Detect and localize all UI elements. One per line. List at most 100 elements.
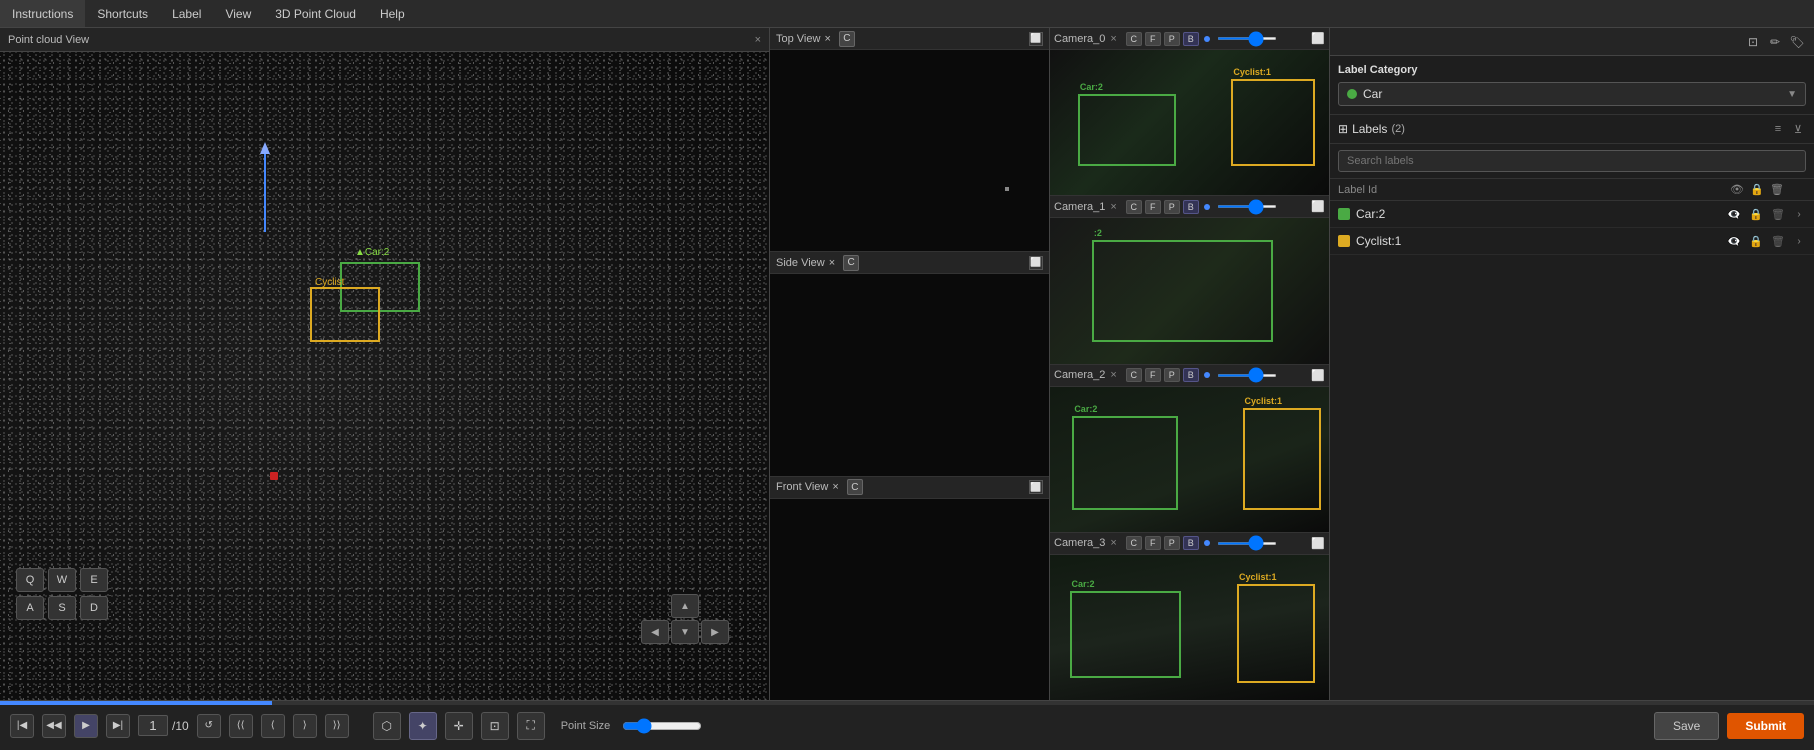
save-button[interactable]: Save bbox=[1654, 712, 1719, 740]
kb-key-d[interactable]: D bbox=[80, 596, 108, 620]
label-car2-lock[interactable]: 🔒 bbox=[1748, 206, 1764, 222]
side-view-body[interactable] bbox=[770, 274, 1049, 475]
label-car2-eye-off[interactable]: 👁‍🗨 bbox=[1726, 206, 1742, 222]
kb-key-e[interactable]: E bbox=[80, 568, 108, 592]
label-cyclist1-delete[interactable]: 🗑 bbox=[1770, 233, 1786, 249]
camera-3-f-btn[interactable]: F bbox=[1145, 536, 1161, 550]
camera-1-p-btn[interactable]: P bbox=[1164, 200, 1180, 214]
camera-2-p-btn[interactable]: P bbox=[1164, 368, 1180, 382]
camera-3-slider[interactable] bbox=[1217, 542, 1277, 545]
camera-1-c-btn[interactable]: C bbox=[1126, 200, 1142, 214]
tool-rotate[interactable]: ⊡ bbox=[481, 712, 509, 740]
camera-3-car-bbox: Car:2 bbox=[1070, 591, 1182, 678]
transport-prev-fast[interactable]: ◀◀ bbox=[42, 714, 66, 738]
menu-shortcuts[interactable]: Shortcuts bbox=[85, 0, 160, 27]
pc-red-dot bbox=[270, 472, 278, 480]
tool-move[interactable]: ✛ bbox=[445, 712, 473, 740]
front-view-maximize[interactable]: ⬜ bbox=[1029, 480, 1043, 494]
pc-bbox-cyclist[interactable] bbox=[310, 287, 380, 342]
side-view-close[interactable]: × bbox=[829, 257, 835, 269]
camera-0-slider[interactable] bbox=[1217, 37, 1277, 40]
nav-right-btn[interactable]: ▶ bbox=[701, 620, 729, 644]
frame-total: /10 bbox=[172, 719, 189, 733]
camera-2-c-btn[interactable]: C bbox=[1126, 368, 1142, 382]
frame-prev-prev[interactable]: ⟨⟨ bbox=[229, 714, 253, 738]
label-cyclist1-expand[interactable]: › bbox=[1792, 234, 1806, 248]
camera-1-maximize[interactable]: ⬜ bbox=[1311, 200, 1325, 213]
camera-0-close[interactable]: × bbox=[1110, 33, 1116, 45]
camera-0-maximize[interactable]: ⬜ bbox=[1311, 32, 1325, 45]
camera-1-slider[interactable] bbox=[1217, 205, 1277, 208]
camera-2-slider[interactable] bbox=[1217, 374, 1277, 377]
camera-2-close[interactable]: × bbox=[1110, 369, 1116, 381]
menu-instructions[interactable]: Instructions bbox=[0, 0, 85, 27]
label-item-cyclist1: Cyclist:1 👁‍🗨 🔒 🗑 › bbox=[1330, 228, 1814, 255]
nav-down-btn[interactable]: ▼ bbox=[671, 620, 699, 644]
top-view-close[interactable]: × bbox=[824, 33, 830, 45]
camera-2-cyclist-label: Cyclist:1 bbox=[1245, 396, 1283, 406]
label-cyclist1-lock[interactable]: 🔒 bbox=[1748, 233, 1764, 249]
frame-prev[interactable]: ⟨ bbox=[261, 714, 285, 738]
pc-label-car2: ▲Car:2 bbox=[355, 247, 389, 258]
transport-next-fast[interactable]: ▶| bbox=[106, 714, 130, 738]
camera-3-c-btn[interactable]: C bbox=[1126, 536, 1142, 550]
front-view-body[interactable] bbox=[770, 499, 1049, 700]
menu-view[interactable]: View bbox=[213, 0, 263, 27]
kb-key-s[interactable]: S bbox=[48, 596, 76, 620]
search-labels-input[interactable] bbox=[1338, 150, 1806, 172]
camera-2-maximize[interactable]: ⬜ bbox=[1311, 369, 1325, 382]
right-panel-icon-3[interactable]: 🏷 bbox=[1788, 33, 1806, 51]
frame-next[interactable]: ⟩ bbox=[293, 714, 317, 738]
top-view-c-btn[interactable]: C bbox=[839, 31, 855, 47]
label-car2-delete[interactable]: 🗑 bbox=[1770, 206, 1786, 222]
frame-input[interactable] bbox=[138, 715, 168, 736]
menu-3d-point-cloud[interactable]: 3D Point Cloud bbox=[263, 0, 368, 27]
camera-1-f-btn[interactable]: F bbox=[1145, 200, 1161, 214]
frame-next-next[interactable]: ⟩⟩ bbox=[325, 714, 349, 738]
right-panel-icon-2[interactable]: ✏ bbox=[1766, 33, 1784, 51]
nav-left-btn[interactable]: ◀ bbox=[641, 620, 669, 644]
label-car2-expand[interactable]: › bbox=[1792, 207, 1806, 221]
camera-0-f-btn[interactable]: F bbox=[1145, 32, 1161, 46]
top-view-maximize[interactable]: ⬜ bbox=[1029, 32, 1043, 46]
camera-1-indicator bbox=[1204, 204, 1210, 210]
kb-key-q[interactable]: Q bbox=[16, 568, 44, 592]
labels-funnel-btn[interactable]: ⊻ bbox=[1790, 121, 1806, 137]
labels-filter-btn[interactable]: ≡ bbox=[1770, 121, 1786, 137]
camera-3-p-btn[interactable]: P bbox=[1164, 536, 1180, 550]
front-view-close[interactable]: × bbox=[832, 481, 838, 493]
transport-play[interactable]: ▶ bbox=[74, 714, 98, 738]
label-cyclist1-eye-off[interactable]: 👁‍🗨 bbox=[1726, 233, 1742, 249]
camera-0-c-btn[interactable]: C bbox=[1126, 32, 1142, 46]
camera-1-close[interactable]: × bbox=[1110, 201, 1116, 213]
camera-3-maximize[interactable]: ⬜ bbox=[1311, 537, 1325, 550]
side-view-maximize[interactable]: ⬜ bbox=[1029, 256, 1043, 270]
nav-up-btn[interactable]: ▲ bbox=[671, 594, 699, 618]
tool-select[interactable]: ✦ bbox=[409, 712, 437, 740]
kb-key-w[interactable]: W bbox=[48, 568, 76, 592]
point-size-slider[interactable] bbox=[622, 718, 702, 734]
right-panel-icon-1[interactable]: ⊡ bbox=[1744, 33, 1762, 51]
camera-0-p-btn[interactable]: P bbox=[1164, 32, 1180, 46]
camera-0-header: Camera_0 × C F P B ⬜ bbox=[1050, 28, 1329, 50]
category-dropdown[interactable]: Car ▼ bbox=[1338, 82, 1806, 106]
menu-help[interactable]: Help bbox=[368, 0, 417, 27]
menu-label[interactable]: Label bbox=[160, 0, 213, 27]
point-cloud-close-btn[interactable]: × bbox=[755, 34, 761, 46]
camera-3-close[interactable]: × bbox=[1110, 537, 1116, 549]
kb-key-a[interactable]: A bbox=[16, 596, 44, 620]
side-view-c-btn[interactable]: C bbox=[843, 255, 859, 271]
refresh-btn[interactable]: ↺ bbox=[197, 714, 221, 738]
camera-2-b-btn[interactable]: B bbox=[1183, 368, 1199, 382]
submit-button[interactable]: Submit bbox=[1727, 713, 1804, 739]
front-view-c-btn[interactable]: C bbox=[847, 479, 863, 495]
camera-0-b-btn[interactable]: B bbox=[1183, 32, 1199, 46]
transport-start[interactable]: |◀ bbox=[10, 714, 34, 738]
camera-3-b-btn[interactable]: B bbox=[1183, 536, 1199, 550]
camera-2-f-btn[interactable]: F bbox=[1145, 368, 1161, 382]
point-cloud-viewport[interactable]: ▲Car:2 Cyclist Q W E A S D bbox=[0, 52, 769, 700]
tool-3d-box[interactable]: ⬡ bbox=[373, 712, 401, 740]
camera-1-b-btn[interactable]: B bbox=[1183, 200, 1199, 214]
tool-fullscreen[interactable]: ⛶ bbox=[517, 712, 545, 740]
top-view-body[interactable] bbox=[770, 50, 1049, 251]
